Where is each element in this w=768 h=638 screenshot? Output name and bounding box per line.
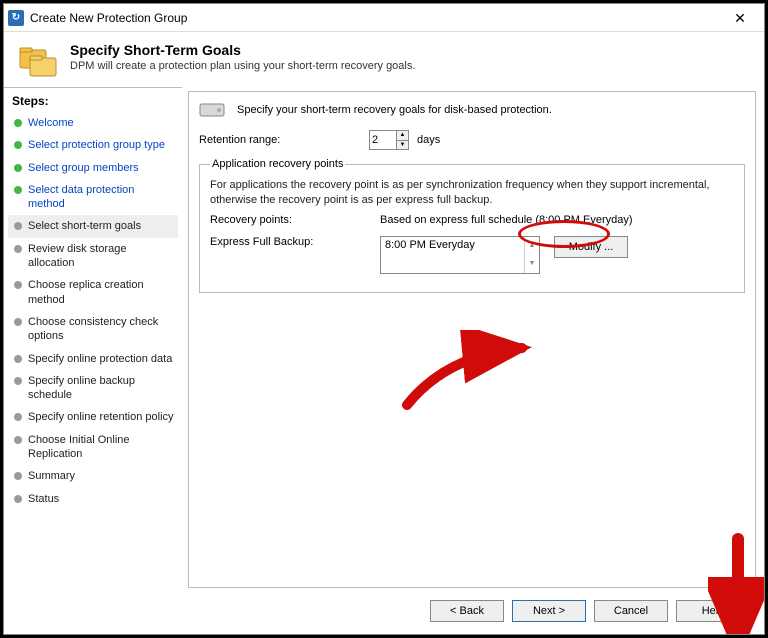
step-bullet-icon (14, 186, 22, 194)
retention-label: Retention range: (199, 134, 369, 146)
retention-spinner: ▲ ▼ (369, 130, 409, 150)
step-label: Summary (28, 469, 75, 483)
sidebar-step-item: Specify online backup schedule (8, 370, 178, 407)
step-label: Select short-term goals (28, 219, 141, 233)
recovery-legend: Application recovery points (210, 158, 345, 170)
step-label: Review disk storage allocation (28, 242, 174, 271)
wizard-buttons: < Back Next > Cancel Help (182, 588, 764, 634)
page-subtitle: DPM will create a protection plan using … (70, 60, 415, 72)
main-panel: Specify your short-term recovery goals f… (188, 91, 756, 588)
step-label: Specify online retention policy (28, 410, 174, 424)
sidebar-step-item: Choose Initial Online Replication (8, 429, 178, 466)
recovery-description: For applications the recovery point is a… (210, 178, 734, 208)
step-bullet-icon (14, 413, 22, 421)
scroll-up-icon[interactable]: ▲ (525, 237, 539, 255)
window-title: Create New Protection Group (30, 11, 720, 25)
step-label: Choose consistency check options (28, 315, 174, 344)
step-label[interactable]: Welcome (28, 116, 74, 130)
step-bullet-icon (14, 436, 22, 444)
step-bullet-icon (14, 472, 22, 480)
step-bullet-icon (14, 141, 22, 149)
retention-unit: days (417, 134, 440, 146)
next-button[interactable]: Next > (512, 600, 586, 622)
sidebar-step-item: Select short-term goals (8, 215, 178, 237)
step-bullet-icon (14, 281, 22, 289)
step-bullet-icon (14, 164, 22, 172)
scroll-down-icon[interactable]: ▼ (525, 255, 539, 273)
step-label[interactable]: Select group members (28, 161, 139, 175)
step-label: Specify online backup schedule (28, 374, 174, 403)
sidebar-step-item: Specify online protection data (8, 348, 178, 370)
list-scroll: ▲ ▼ (524, 237, 539, 273)
step-bullet-icon (14, 119, 22, 127)
titlebar: ↻ Create New Protection Group ✕ (4, 4, 764, 32)
intro-text: Specify your short-term recovery goals f… (237, 104, 552, 116)
step-label: Specify online protection data (28, 352, 172, 366)
sidebar-step-item: Specify online retention policy (8, 406, 178, 428)
back-button[interactable]: < Back (430, 600, 504, 622)
step-bullet-icon (14, 377, 22, 385)
cancel-button[interactable]: Cancel (594, 600, 668, 622)
sidebar-step-item: Status (8, 488, 178, 510)
step-bullet-icon (14, 355, 22, 363)
sidebar-step-item: Choose replica creation method (8, 274, 178, 311)
step-bullet-icon (14, 495, 22, 503)
express-label: Express Full Backup: (210, 236, 380, 248)
step-label: Choose replica creation method (28, 278, 174, 307)
sidebar-step-item: Summary (8, 465, 178, 487)
sidebar-step-item[interactable]: Select data protection method (8, 179, 178, 216)
app-icon: ↻ (8, 10, 24, 26)
step-bullet-icon (14, 318, 22, 326)
retention-input[interactable] (370, 133, 396, 147)
sidebar-step-item[interactable]: Select group members (8, 157, 178, 179)
sidebar-step-item: Review disk storage allocation (8, 238, 178, 275)
dialog-window: ↻ Create New Protection Group ✕ Specify … (3, 3, 765, 635)
recovery-points-group: Application recovery points For applicat… (199, 158, 745, 293)
spinner-down-icon[interactable]: ▼ (397, 141, 408, 150)
folder-duo-icon (18, 42, 58, 81)
step-label[interactable]: Select protection group type (28, 138, 165, 152)
steps-heading: Steps: (8, 94, 178, 112)
disk-icon (199, 100, 225, 120)
express-schedule-value: 8:00 PM Everyday (381, 237, 524, 273)
step-bullet-icon (14, 222, 22, 230)
express-schedule-list[interactable]: 8:00 PM Everyday ▲ ▼ (380, 236, 540, 274)
sidebar-step-item[interactable]: Welcome (8, 112, 178, 134)
sidebar-step-item: Choose consistency check options (8, 311, 178, 348)
steps-sidebar: Steps: Welcome Select protection group ty… (4, 87, 182, 634)
step-label: Status (28, 492, 59, 506)
step-label[interactable]: Select data protection method (28, 183, 174, 212)
recovery-points-value: Based on express full schedule (8:00 PM … (380, 214, 633, 226)
spinner-up-icon[interactable]: ▲ (397, 131, 408, 141)
sidebar-step-item[interactable]: Select protection group type (8, 134, 178, 156)
page-title: Specify Short-Term Goals (70, 42, 415, 58)
help-button[interactable]: Help (676, 600, 750, 622)
step-bullet-icon (14, 245, 22, 253)
wizard-header: Specify Short-Term Goals DPM will create… (4, 32, 764, 87)
close-icon[interactable]: ✕ (720, 5, 760, 31)
modify-button[interactable]: Modify ... (554, 236, 628, 258)
step-label: Choose Initial Online Replication (28, 433, 174, 462)
recovery-points-label: Recovery points: (210, 214, 380, 226)
